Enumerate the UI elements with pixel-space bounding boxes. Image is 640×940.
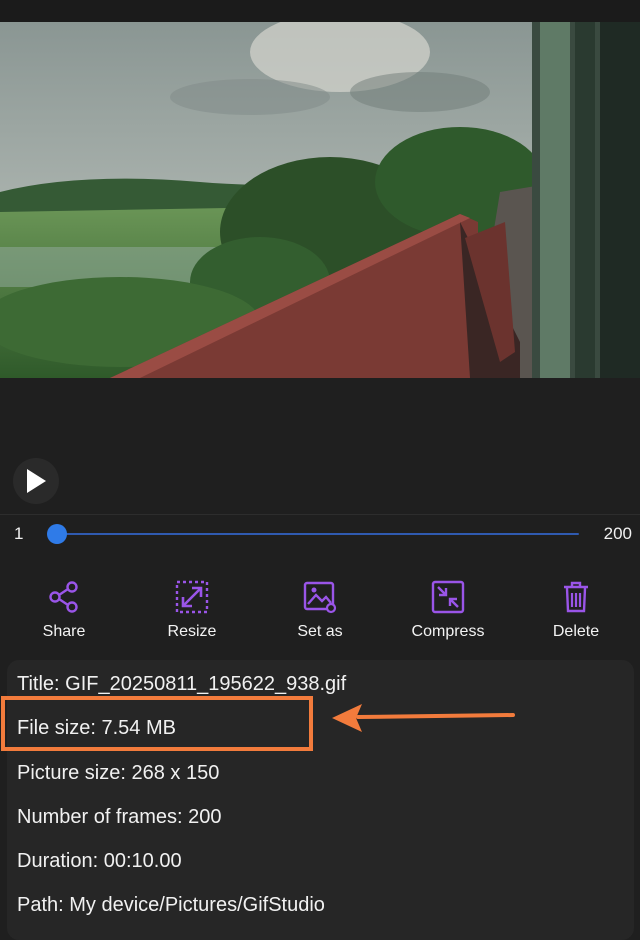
frame-start-label: 1 — [14, 524, 24, 543]
gif-preview[interactable] — [0, 22, 640, 378]
status-bar — [0, 0, 640, 22]
delete-button[interactable]: Delete — [516, 573, 636, 649]
info-title: Title: GIF_20250811_195622_938.gif — [17, 673, 347, 695]
compress-button[interactable]: Compress — [388, 573, 508, 649]
image-icon — [303, 581, 337, 614]
info-frame-count: Number of frames: 200 — [17, 806, 222, 828]
resize-label: Resize — [167, 623, 217, 640]
annotation-arrow-icon — [332, 704, 515, 732]
share-button[interactable]: Share — [4, 573, 124, 649]
preview-image — [0, 22, 640, 378]
compress-icon — [431, 580, 465, 614]
preview-spacer — [0, 378, 640, 458]
resize-icon — [175, 580, 209, 614]
info-picture-size: Picture size: 268 x 150 — [17, 762, 220, 784]
frame-slider-track[interactable] — [57, 533, 579, 535]
info-path: Path: My device/Pictures/GifStudio — [17, 894, 325, 916]
share-label: Share — [42, 623, 86, 640]
divider — [0, 514, 640, 515]
action-bar: Share Resize Set as Compress Delete — [0, 573, 640, 653]
play-button[interactable] — [13, 458, 59, 504]
resize-button[interactable]: Resize — [132, 573, 252, 649]
frame-end-label: 200 — [603, 524, 632, 543]
share-icon — [49, 581, 78, 613]
trash-icon — [564, 581, 588, 613]
frame-slider-thumb[interactable] — [47, 524, 67, 544]
file-size-highlight — [1, 696, 313, 751]
play-icon — [27, 469, 46, 493]
delete-label: Delete — [552, 623, 600, 640]
set-as-label: Set as — [297, 623, 343, 640]
info-duration: Duration: 00:10.00 — [17, 850, 182, 872]
set-as-button[interactable]: Set as — [260, 573, 380, 649]
compress-label: Compress — [411, 623, 485, 640]
